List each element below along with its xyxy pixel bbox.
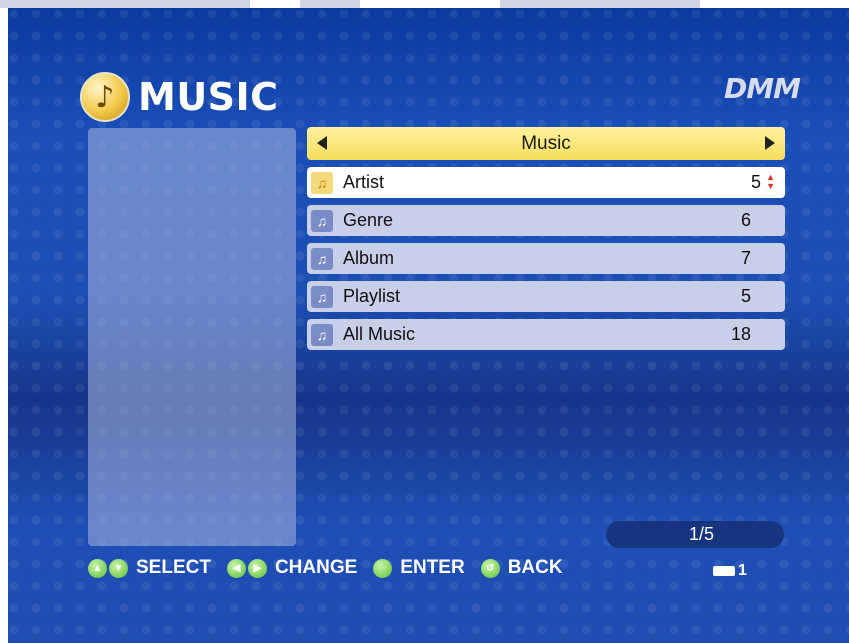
category-label: Music [521,132,571,154]
right-button-icon: ▶ [247,558,267,578]
music-file-icon: ♫ [311,285,333,308]
enter-label: ENTER [400,557,465,578]
enter-button-icon [373,558,393,578]
disc-number: 1 [738,562,747,579]
disc-indicator: 1 [713,562,747,580]
menu-item-label: All Music [343,324,416,344]
menu-item-playlist[interactable]: ♫ Playlist 5 [307,281,785,312]
menu-list: ♫ Artist 5 ▲ ▼ ♫ Genre 6 ♫ Album 7 ♫ Play… [307,167,785,357]
menu-item-artist[interactable]: ♫ Artist 5 ▲ ▼ [307,167,785,198]
brand-logo: DMM [724,72,801,105]
top-border [0,0,849,8]
menu-item-all-music[interactable]: ♫ All Music 18 [307,319,785,350]
change-hint: ◀ ▶ CHANGE [226,557,358,579]
back-hint: ↺ BACK [480,557,563,579]
back-button-icon: ↺ [480,558,500,578]
menu-item-genre[interactable]: ♫ Genre 6 [307,205,785,236]
preview-panel [88,128,296,546]
up-button-icon: ▲ [88,558,107,578]
down-button-icon: ▼ [109,558,128,578]
menu-item-label: Playlist [343,286,401,306]
menu-item-count: 18 [730,324,751,344]
section-logo: ♪ MUSIC [80,72,279,122]
change-label: CHANGE [274,557,358,578]
music-note-icon: ♪ [80,72,130,122]
back-label: BACK [507,557,563,578]
enter-hint: ENTER [373,557,465,579]
section-title: MUSIC [138,75,279,119]
left-button-icon: ◀ [226,558,246,578]
disc-icon [713,566,735,576]
button-legend: ▲ ▼ SELECT ◀ ▶ CHANGE ENTER ↺ BACK [88,557,579,579]
select-label: SELECT [136,557,211,578]
menu-item-count: 7 [740,248,751,268]
menu-item-label: Artist [343,172,385,192]
left-arrow-icon[interactable] [317,136,327,150]
category-selector[interactable]: Music [307,127,785,160]
music-file-icon: ♫ [311,247,333,270]
music-file-icon: ♫ [311,171,333,194]
up-down-arrows-icon: ▲ ▼ [766,172,775,191]
menu-item-album[interactable]: ♫ Album 7 [307,243,785,274]
select-hint: ▲ ▼ SELECT [88,557,211,579]
menu-item-label: Genre [343,210,394,230]
menu-item-count: 5 [740,286,751,306]
right-arrow-icon[interactable] [765,136,775,150]
page-indicator: 1/5 [606,521,784,548]
menu-item-label: Album [343,248,395,268]
music-file-icon: ♫ [311,323,333,346]
music-file-icon: ♫ [311,209,333,232]
menu-item-count: 6 [740,210,751,230]
menu-item-count: 5 [750,172,761,192]
